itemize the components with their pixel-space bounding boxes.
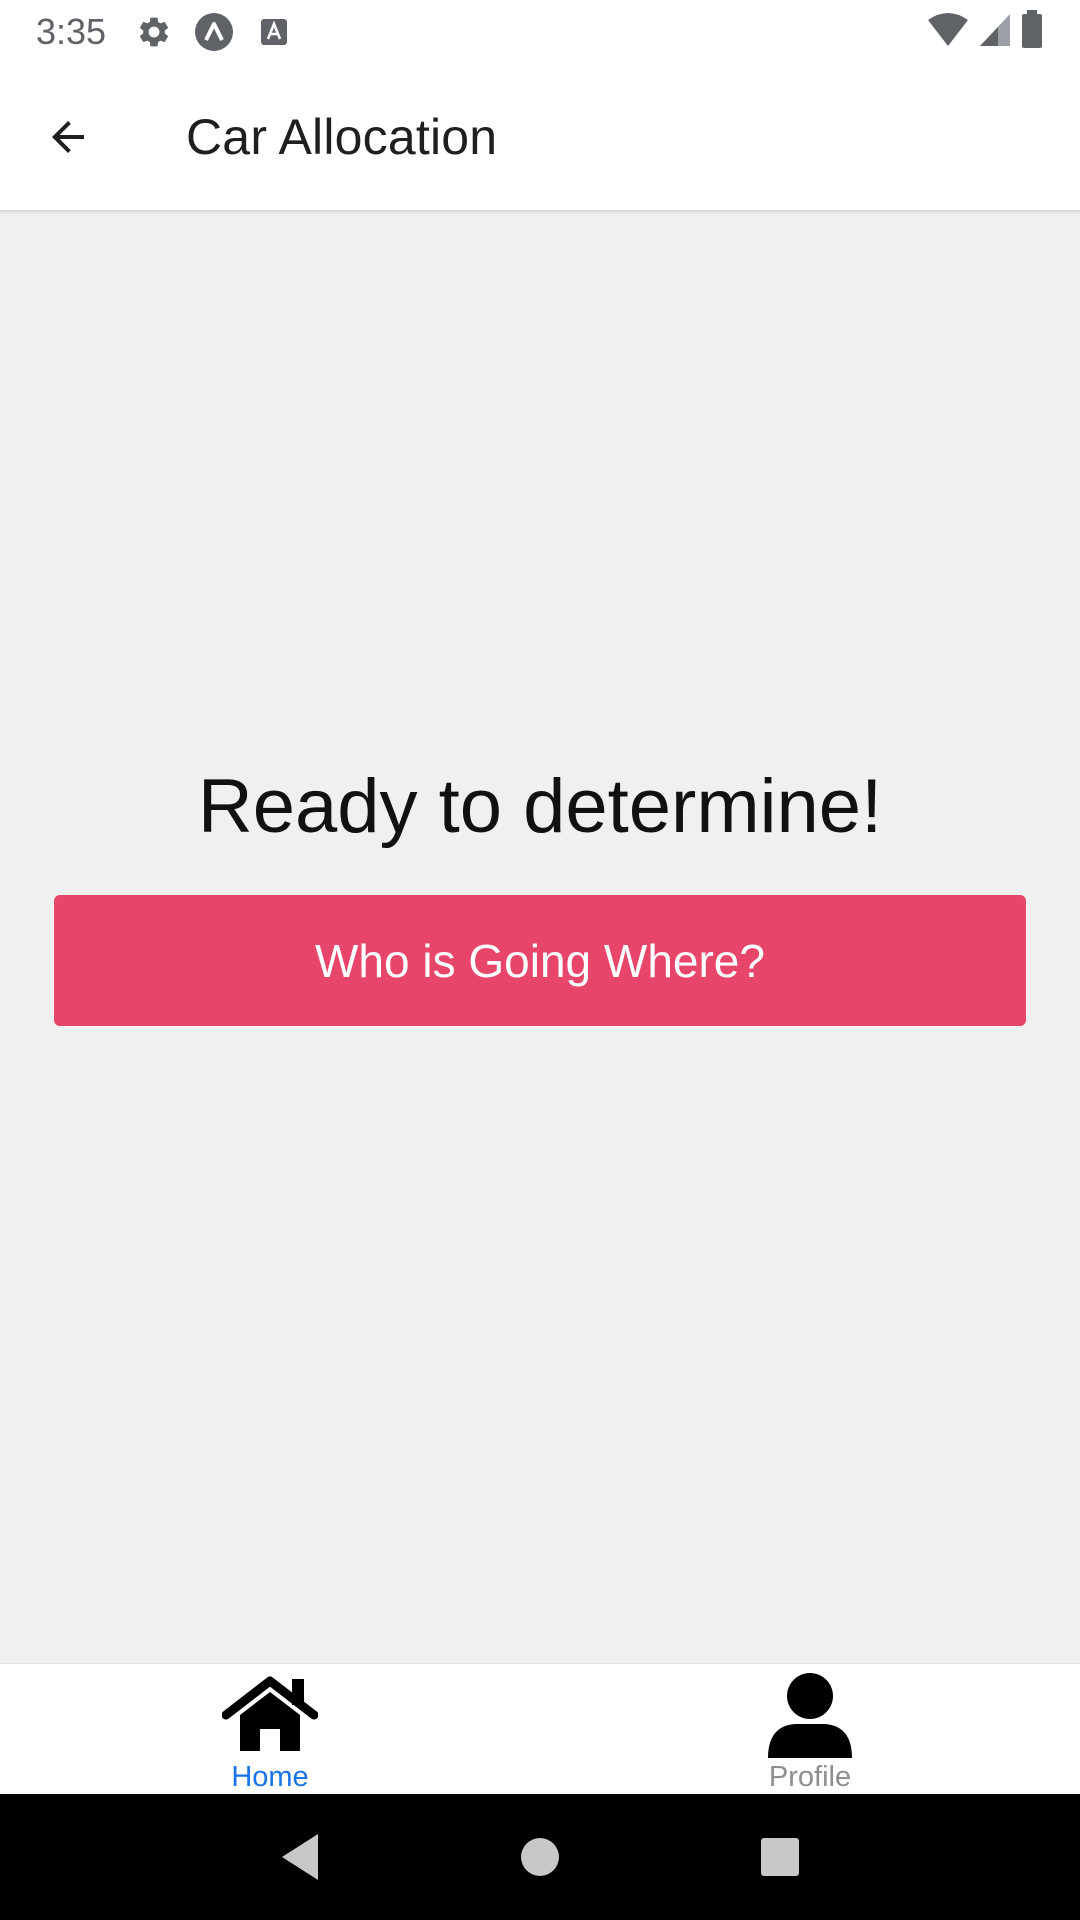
bottom-tab-bar: Home Profile <box>0 1663 1080 1794</box>
app-notification-icon <box>194 12 234 52</box>
who-is-going-where-button[interactable]: Who is Going Where? <box>54 895 1026 1026</box>
wifi-icon <box>926 12 970 53</box>
tab-home[interactable]: Home <box>0 1664 540 1794</box>
arrow-back-icon <box>52 121 84 153</box>
recents-square-icon <box>761 1838 799 1876</box>
person-icon <box>760 1670 860 1759</box>
home-circle-icon <box>521 1838 559 1876</box>
battery-icon <box>1020 9 1044 55</box>
app-bar: Car Allocation <box>0 64 1080 210</box>
text-notification-icon <box>254 12 294 52</box>
status-right-group <box>926 9 1044 55</box>
back-triangle-icon <box>282 1834 318 1880</box>
tab-profile-label: Profile <box>768 1761 852 1793</box>
tab-home-label: Home <box>231 1761 309 1793</box>
settings-icon <box>134 12 174 52</box>
status-bar: 3:35 <box>0 0 1080 64</box>
screen: 3:35 Car Allocation Ready to determine! … <box>0 0 1080 1920</box>
back-button[interactable] <box>20 89 116 185</box>
nav-back-button[interactable] <box>260 1817 340 1897</box>
system-nav-bar <box>0 1794 1080 1920</box>
home-icon <box>220 1670 320 1759</box>
main-content: Ready to determine! Who is Going Where? <box>0 210 1080 1663</box>
nav-home-button[interactable] <box>500 1817 580 1897</box>
tab-profile[interactable]: Profile <box>540 1664 1080 1794</box>
status-time: 3:35 <box>36 11 107 52</box>
page-title: Car Allocation <box>186 109 498 165</box>
cell-signal-icon <box>978 12 1012 53</box>
nav-recents-button[interactable] <box>740 1817 820 1897</box>
status-headline: Ready to determine! <box>197 764 883 849</box>
